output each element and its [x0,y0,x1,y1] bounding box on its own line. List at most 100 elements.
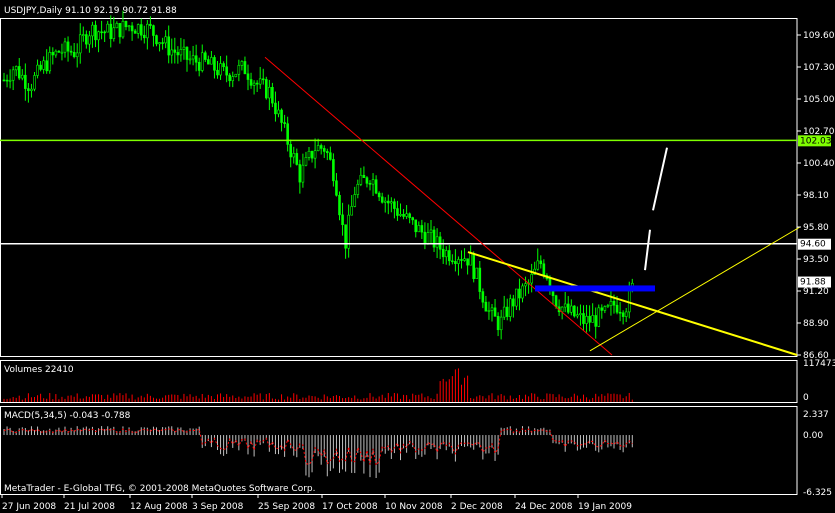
candle [88,30,91,53]
candle [204,50,207,63]
copyright-text: MetaTrader - E-Global TFG, © 2001-2008 M… [4,484,316,494]
candle [42,56,45,74]
candle [582,305,585,331]
candle [603,305,607,314]
candle [225,55,228,83]
volume-tick-label: 117473 [803,359,835,369]
candle [280,108,283,132]
fib-band [535,285,655,292]
price-tick-label: 102.70 [803,127,835,137]
candle [362,166,366,178]
candle [512,294,515,318]
candle [164,30,167,49]
candle [213,55,216,79]
candle [518,278,521,311]
candle [402,209,405,220]
candle [158,42,161,52]
date-label: 12 Aug 2008 [130,502,188,512]
date-label: 24 Dec 2008 [515,502,573,512]
candle [609,291,613,316]
candle [359,167,363,187]
candle [182,39,186,60]
candle [100,20,103,40]
candle [139,18,143,41]
candle [222,61,225,72]
candle [228,73,231,87]
candle [298,159,302,194]
candle [69,45,73,56]
candle [112,16,116,42]
candle [527,279,530,294]
candle [249,72,253,89]
candle [493,299,497,317]
candle [210,50,213,65]
candle [20,69,24,81]
candle [57,50,61,53]
candle [478,260,482,300]
candle [432,226,436,253]
date-label: 17 Oct 2008 [322,502,378,512]
chart-canvas: 102.0394.6091.88 109.60107.30105.00102.7… [0,6,835,512]
candle [167,25,170,64]
candle [420,219,424,240]
candle [393,198,396,219]
candle [33,71,36,92]
candle [563,292,567,313]
candle [14,65,18,77]
volume-bars [3,368,633,402]
candle [109,15,113,48]
chart-header: USDJPY,Daily 91.10 92.19 90.72 91.88 [4,6,177,16]
candle [246,64,250,91]
candle [133,28,137,34]
candle [91,21,94,48]
price-tick-label: 93.50 [803,255,829,265]
candle [252,80,256,95]
candle [481,288,485,309]
candle [301,153,305,188]
candle [505,298,509,321]
candle [377,191,381,202]
candle [295,148,299,166]
candle [444,246,448,265]
candle [463,248,466,262]
candle [78,23,82,64]
candle [185,46,189,72]
candle [219,56,222,80]
candle [374,175,378,195]
candle [258,66,262,89]
projection-line [652,147,668,211]
candle [152,24,155,47]
candle [27,83,30,103]
candle [487,301,491,320]
candle [240,60,244,71]
candle [75,43,79,68]
candle [11,66,15,91]
price-tick-label: 109.60 [803,31,835,41]
candle [569,299,573,316]
candle [618,302,622,322]
candle [66,36,70,62]
candle [310,150,314,163]
price-tick-label: 105.00 [803,95,835,105]
date-label: 19 Jan 2009 [578,502,632,512]
candle [557,299,561,316]
candle [264,76,268,100]
price-tick-label: 100.40 [803,159,835,169]
candle [502,295,506,320]
candle [423,222,427,250]
candle [466,258,469,275]
candle [371,173,375,196]
candle [304,151,308,167]
candle [490,304,494,322]
candle [579,304,582,326]
candle [438,232,442,260]
candle [130,22,134,41]
candle [124,20,128,31]
candle [188,50,192,65]
candle [286,116,289,152]
level-label: 102.03 [800,136,832,146]
candle [274,91,277,122]
date-label: 27 Jun 2008 [2,502,56,512]
date-label: 3 Sep 2008 [192,502,244,512]
candle [277,101,280,118]
